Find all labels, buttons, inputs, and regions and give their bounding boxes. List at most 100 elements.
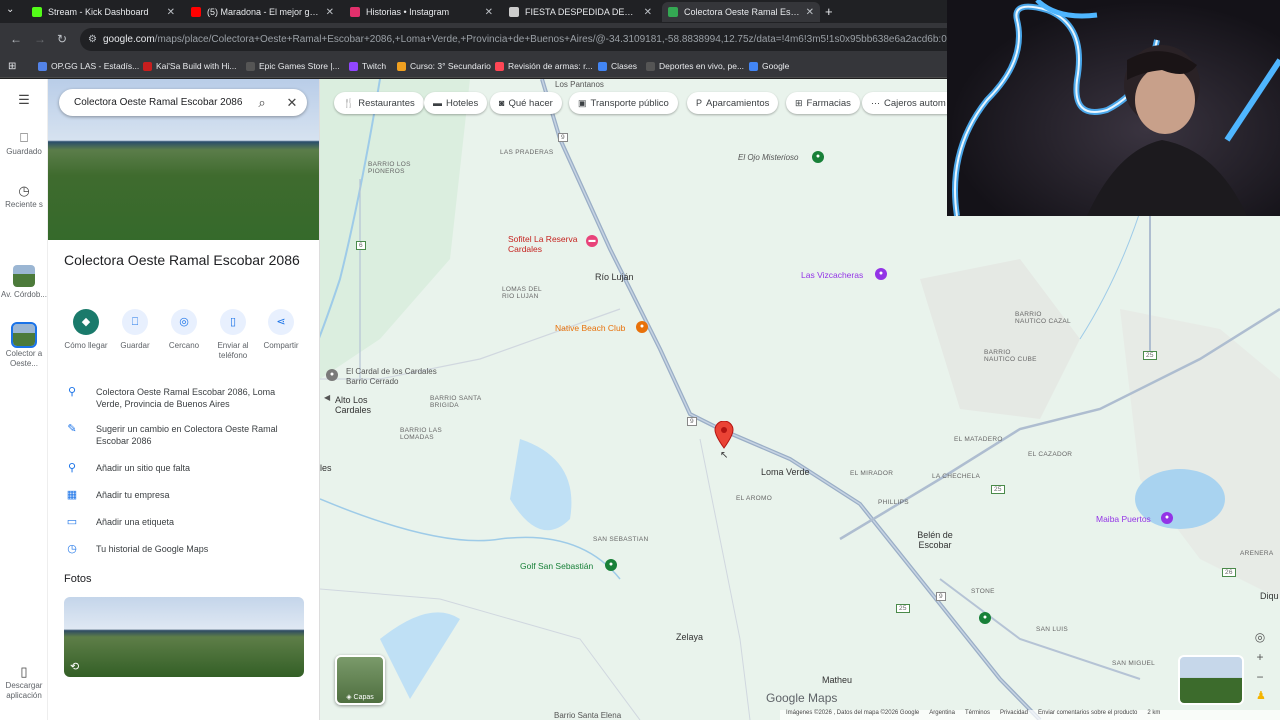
bookmark-revision[interactable]: Revisión de armas: r... bbox=[495, 61, 593, 71]
new-tab-icon[interactable]: + bbox=[825, 4, 833, 19]
hotel-marker[interactable]: ▬ bbox=[586, 235, 598, 247]
label-vizcacheras[interactable]: Las Vizcacheras bbox=[801, 270, 863, 280]
route-shield: 9 bbox=[558, 133, 568, 142]
search-input[interactable]: Colectora Oeste Ramal Escobar 2086 bbox=[74, 97, 247, 108]
pencil-icon: ✎ bbox=[67, 423, 77, 435]
maps-history-row[interactable]: ◷ Tu historial de Google Maps bbox=[48, 543, 319, 555]
history-icon: ◷ bbox=[18, 183, 30, 198]
fork-icon: 🍴 bbox=[343, 97, 355, 108]
golf-marker[interactable]: ● bbox=[605, 559, 617, 571]
tab-search-icon[interactable]: ⌄ bbox=[6, 4, 14, 15]
directions-button[interactable]: ◆ Cómo llegar bbox=[62, 309, 110, 351]
country-link[interactable]: Argentina bbox=[929, 710, 955, 720]
send-to-phone-button[interactable]: ▯ Enviar al teléfono bbox=[209, 309, 257, 361]
my-location-icon[interactable]: ◎ bbox=[1250, 627, 1270, 647]
bookmark-label: Google bbox=[762, 61, 790, 71]
bookmark-kaisa[interactable]: Kai'Sa Build with Hi... bbox=[143, 61, 237, 71]
search-icon[interactable]: ⌕ bbox=[247, 95, 277, 111]
zoom-in-icon[interactable]: + bbox=[1250, 647, 1270, 667]
privacy-link[interactable]: Privacidad bbox=[1000, 710, 1028, 720]
label-rio-lujan: Río Luján bbox=[595, 272, 634, 282]
label-lomas-rio: LOMAS DEL RIO LUJAN bbox=[502, 286, 542, 300]
nearby-button[interactable]: ◎ Cercano bbox=[160, 309, 208, 351]
add-business-row[interactable]: ▦ Añadir tu empresa bbox=[48, 489, 319, 501]
reload-icon[interactable]: ↻ bbox=[57, 32, 67, 46]
scale-bar[interactable]: 2 km bbox=[1147, 710, 1160, 720]
bookmark-google[interactable]: Google bbox=[749, 61, 789, 71]
map-footer: Imágenes ©2026 , Datos del mapa ©2026 Go… bbox=[780, 710, 1280, 720]
chip-pharmacies[interactable]: ⊞ Farmacias bbox=[786, 92, 860, 114]
label-sofitel[interactable]: Sofitel La Reserva Cardales bbox=[508, 234, 588, 254]
collapse-panel-icon[interactable]: ◀ bbox=[324, 393, 330, 402]
side-rail: ☰ ⎕ Guardado ◷ Reciente s Av. Córdob... Co… bbox=[0, 79, 48, 720]
zoom-out-icon[interactable]: − bbox=[1250, 667, 1270, 687]
download-app-button[interactable]: ▯ Descargar aplicación bbox=[0, 665, 48, 701]
bookmark-clases[interactable]: Clases bbox=[598, 61, 637, 71]
recent-label: Reciente s bbox=[5, 200, 43, 209]
recent-place-colectora[interactable]: Colector a Oeste... bbox=[0, 322, 48, 369]
valorant-icon bbox=[495, 61, 504, 71]
chip-transit[interactable]: ▣ Transporte público bbox=[569, 92, 678, 114]
close-icon[interactable]: ✕ bbox=[167, 7, 175, 18]
address-row[interactable]: ⚲ Colectora Oeste Ramal Escobar 2086, Lom… bbox=[48, 386, 319, 410]
tab-maps[interactable]: Colectora Oeste Ramal Escobar ✕ bbox=[662, 2, 820, 22]
tab-title: FIESTA DESPEDIDA DEL VERAN bbox=[525, 7, 638, 17]
pegman-icon[interactable]: ♟ bbox=[1256, 689, 1266, 702]
bookmark-opgg[interactable]: OP.GG LAS - Estadís... bbox=[38, 61, 139, 71]
action-label: Cercano bbox=[168, 341, 200, 350]
add-missing-place-row[interactable]: ⚲ Añadir un sitio que falta bbox=[48, 462, 319, 474]
attraction-marker[interactable]: ● bbox=[875, 268, 887, 280]
layers-button[interactable]: ◈ Capas bbox=[335, 655, 385, 705]
selected-place-pin-icon[interactable] bbox=[714, 421, 734, 449]
tab-kick[interactable]: Stream - Kick Dashboard ✕ bbox=[26, 2, 181, 22]
close-icon[interactable]: ✕ bbox=[644, 7, 652, 18]
label-el-cardal[interactable]: El Cardal de los Cardales Barrio Cerrado bbox=[346, 367, 456, 387]
street-view-thumbnail[interactable] bbox=[1178, 655, 1244, 705]
forward-icon[interactable]: → bbox=[34, 32, 46, 46]
label-native-beach[interactable]: Native Beach Club bbox=[555, 323, 625, 333]
apps-icon[interactable]: ⊞ bbox=[8, 61, 16, 72]
suggest-edit-row[interactable]: ✎ Sugerir un cambio en Colectora Oeste Ra… bbox=[48, 423, 319, 447]
chip-things-to-do[interactable]: ◙ Qué hacer bbox=[490, 92, 562, 114]
back-icon[interactable]: ← bbox=[10, 32, 22, 46]
close-icon[interactable]: ✕ bbox=[326, 7, 334, 18]
tab-fiesta[interactable]: FIESTA DESPEDIDA DEL VERAN ✕ bbox=[503, 2, 658, 22]
bookmark-curso[interactable]: Curso: 3° Secundario bbox=[397, 61, 491, 71]
menu-button[interactable]: ☰ bbox=[0, 93, 48, 109]
label-arenera: ARENERA bbox=[1240, 550, 1274, 557]
feedback-link[interactable]: Enviar comentarios sobre el producto bbox=[1038, 710, 1137, 720]
deportes-icon bbox=[646, 61, 655, 71]
bookmark-twitch[interactable]: Twitch bbox=[349, 61, 386, 71]
site-info-icon[interactable]: ⚙ bbox=[88, 34, 97, 45]
close-icon[interactable]: ✕ bbox=[485, 7, 493, 18]
label-stone: STONE bbox=[971, 588, 995, 595]
close-icon[interactable]: ✕ bbox=[806, 7, 814, 18]
share-button[interactable]: ⋖ Compartir bbox=[257, 309, 305, 351]
label-golf-san-sebastian[interactable]: Golf San Sebastián bbox=[520, 561, 593, 571]
chip-atms[interactable]: ⋯ Cajeros autom bbox=[862, 92, 955, 114]
recent-place-cordoba[interactable]: Av. Córdob... bbox=[0, 265, 48, 300]
close-icon[interactable]: ✕ bbox=[277, 95, 307, 111]
bookmark-label: Epic Games Store |... bbox=[259, 61, 340, 71]
add-label-row[interactable]: ▭ Añadir una etiqueta bbox=[48, 516, 319, 528]
location-pin-icon: ⚲ bbox=[67, 386, 77, 398]
chip-parking[interactable]: P Aparcamientos bbox=[687, 92, 779, 114]
park-marker[interactable]: ● bbox=[979, 612, 991, 624]
bookmark-deportes[interactable]: Deportes en vivo, pe... bbox=[646, 61, 744, 71]
photo-thumbnail[interactable]: ⟲ bbox=[64, 597, 304, 677]
terms-link[interactable]: Términos bbox=[965, 710, 990, 720]
chip-restaurants[interactable]: 🍴 Restaurantes bbox=[334, 92, 424, 114]
recent-button[interactable]: ◷ Reciente s bbox=[0, 183, 48, 210]
tab-instagram[interactable]: Historias • Instagram ✕ bbox=[344, 2, 499, 22]
label-maiba-puertos[interactable]: Maiba Puertos bbox=[1096, 514, 1151, 524]
chip-hotels[interactable]: ▬ Hoteles bbox=[424, 92, 488, 114]
restaurant-marker[interactable]: ● bbox=[636, 321, 648, 333]
place-marker[interactable]: ● bbox=[326, 369, 338, 381]
attraction-marker[interactable]: ● bbox=[1161, 512, 1173, 524]
search-box[interactable]: Colectora Oeste Ramal Escobar 2086 ⌕ ✕ bbox=[59, 89, 307, 116]
park-marker[interactable]: ● bbox=[812, 151, 824, 163]
save-button[interactable]: ⎕ Guardar bbox=[111, 309, 159, 351]
bookmark-epic[interactable]: Epic Games Store |... bbox=[246, 61, 340, 71]
saved-button[interactable]: ⎕ Guardado bbox=[0, 131, 48, 157]
tab-youtube[interactable]: (5) Maradona - El mejor gol del ✕ bbox=[185, 2, 340, 22]
